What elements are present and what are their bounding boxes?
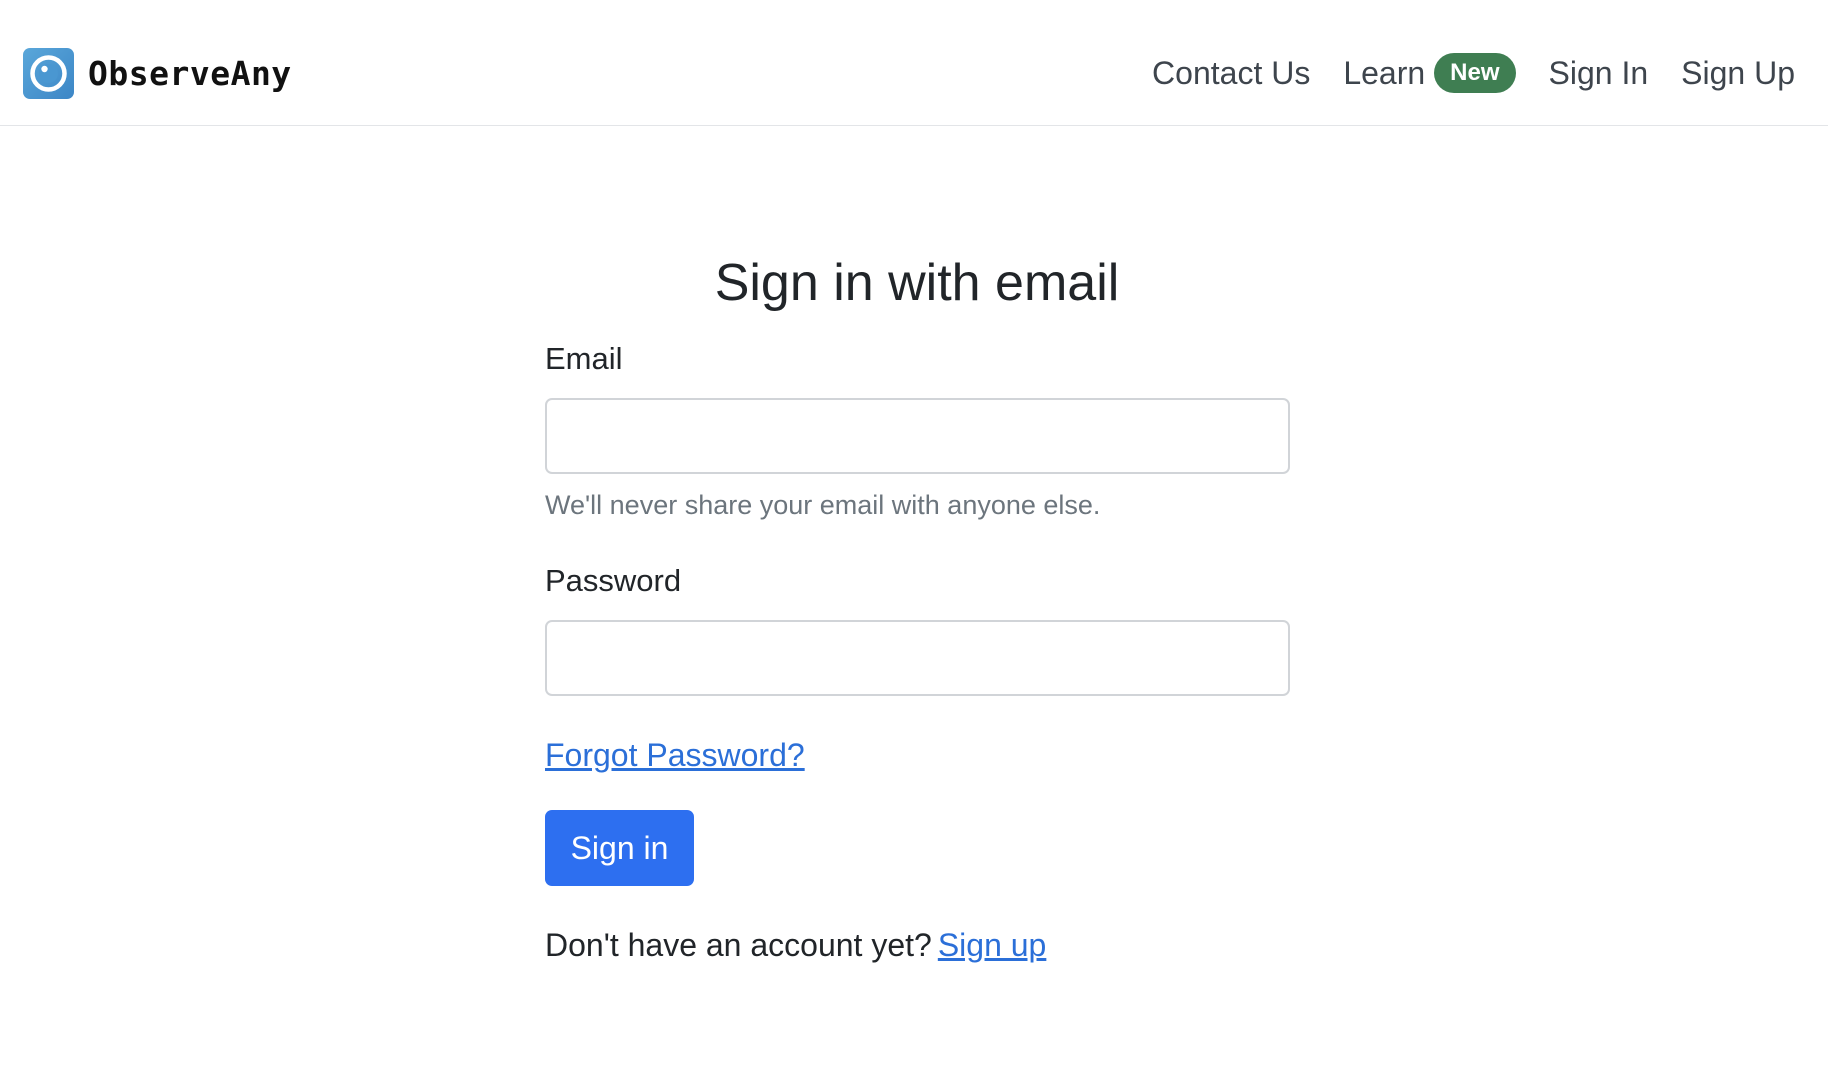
nav-links: Contact Us Learn New Sign In Sign Up [1152, 48, 1795, 98]
forgot-password-link[interactable]: Forgot Password? [545, 734, 805, 776]
password-group: Password [545, 560, 1290, 696]
email-group: Email We'll never share your email with … [545, 338, 1290, 524]
nav-contact-us-link[interactable]: Contact Us [1152, 55, 1310, 92]
brand-name: ObserveAny [88, 54, 292, 93]
email-help-text: We'll never share your email with anyone… [545, 490, 1101, 520]
nav-learn-link[interactable]: Learn New [1343, 53, 1516, 93]
new-badge: New [1434, 53, 1516, 93]
nav-learn-label: Learn [1343, 54, 1426, 91]
email-label: Email [545, 341, 623, 376]
password-label: Password [545, 563, 682, 598]
nav-sign-in-link[interactable]: Sign In [1549, 55, 1649, 92]
nav-sign-up-link[interactable]: Sign Up [1681, 55, 1795, 92]
page-title: Sign in with email [714, 254, 1120, 312]
signup-prompt: Don't have an account yet? Sign up [545, 924, 1290, 966]
email-field[interactable] [545, 398, 1290, 474]
sign-in-form: Email We'll never share your email with … [545, 338, 1290, 966]
sign-in-button[interactable]: Sign in [545, 810, 694, 886]
no-account-text: Don't have an account yet? [545, 927, 932, 963]
sign-up-link[interactable]: Sign up [938, 927, 1047, 963]
top-navbar: ObserveAny Contact Us Learn New Sign In … [0, 0, 1828, 126]
eye-camera-icon [23, 48, 74, 99]
password-field[interactable] [545, 620, 1290, 696]
brand-home-link[interactable]: ObserveAny [23, 48, 292, 99]
